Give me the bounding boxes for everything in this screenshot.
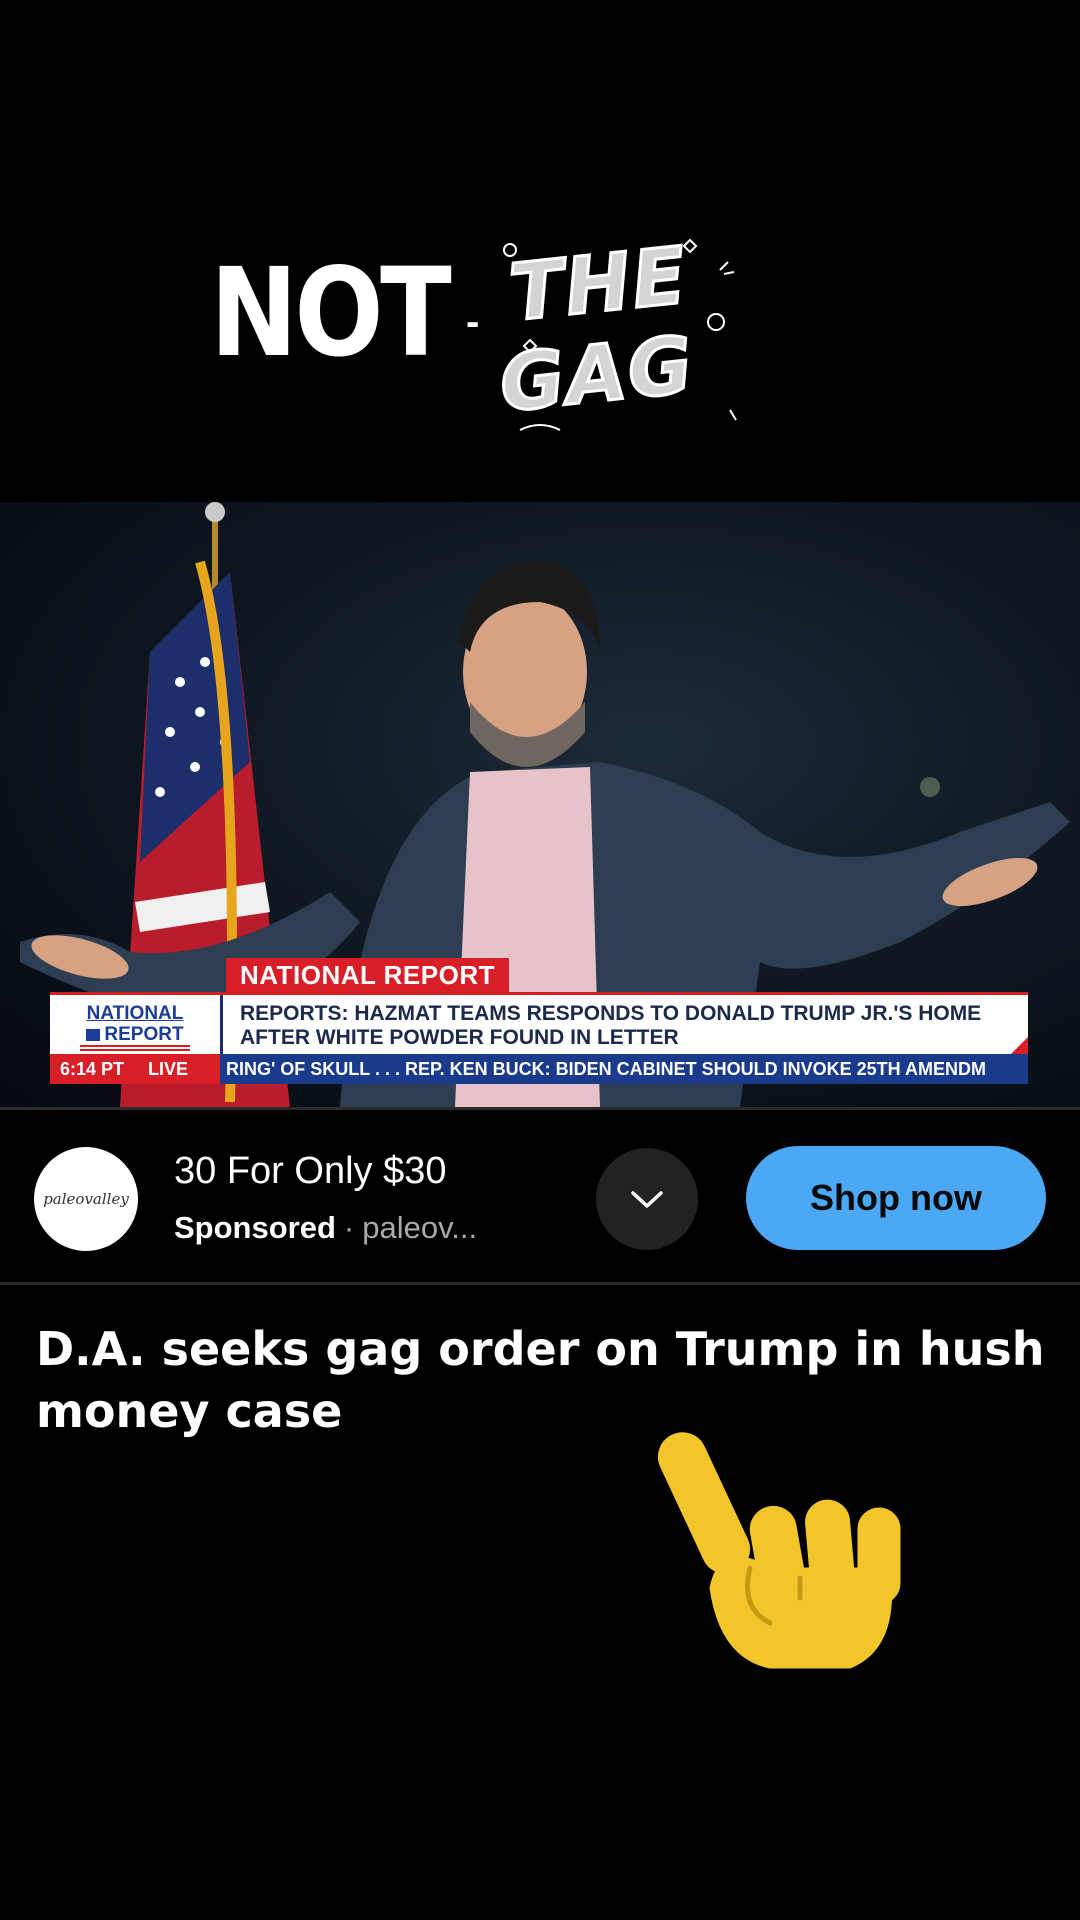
lower-third-tab: NATIONAL REPORT	[226, 958, 509, 992]
news-lower-third: NATIONAL REPORT NATIONAL REPORT REPORTS:…	[50, 958, 1030, 1090]
expand-ad-button[interactable]	[596, 1148, 698, 1250]
logo-dash: -	[466, 300, 480, 344]
ad-subtitle: Sponsored · paleov...	[174, 1210, 477, 1246]
network-logo-line2-text: REPORT	[104, 1024, 184, 1045]
network-logo-line1: NATIONAL	[86, 1003, 184, 1024]
logo-word-not: NOT	[210, 242, 452, 384]
sponsored-ad-bar[interactable]: paleovalley 30 For Only $30 Sponsored · pa…	[0, 1110, 1080, 1282]
shop-now-button[interactable]: Shop now	[746, 1146, 1046, 1250]
ticker-time: 6:14 PT LIVE	[50, 1054, 220, 1084]
live-label: LIVE	[148, 1059, 189, 1079]
network-logo-line2: REPORT	[50, 1024, 220, 1045]
lower-third-headline: REPORTS: HAZMAT TEAMS RESPONDS TO DONALD…	[240, 1002, 982, 1049]
network-logo: NATIONAL REPORT	[50, 995, 223, 1057]
separator-dot: ·	[343, 1210, 355, 1245]
logo-doodle-decoration	[503, 238, 737, 431]
ticker-text: RING' OF SKULL . . . REP. KEN BUCK: BIDE…	[226, 1059, 986, 1079]
ticker-time-text: 6:14 PT	[60, 1059, 125, 1079]
flag-icon	[86, 1028, 101, 1041]
news-ticker: 6:14 PT LIVE RING' OF SKULL . . . REP. KE…	[50, 1054, 1028, 1084]
sponsored-label: Sponsored	[174, 1210, 336, 1245]
chevron-down-icon	[631, 1191, 663, 1208]
index-pointing-up-emoji	[657, 1432, 901, 1669]
advertiser-avatar-text: paleovalley	[43, 1190, 129, 1208]
advertiser-domain[interactable]: paleov...	[362, 1210, 477, 1245]
lower-third-main: NATIONAL REPORT REPORTS: HAZMAT TEAMS RE…	[50, 992, 1028, 1057]
divider-bottom	[0, 1282, 1080, 1285]
not-the-gag-logo: NOT - THE GAG	[210, 229, 750, 440]
ad-title[interactable]: 30 For Only $30	[174, 1150, 446, 1193]
advertiser-avatar[interactable]: paleovalley	[34, 1147, 138, 1251]
stripes-decoration	[80, 1045, 190, 1051]
